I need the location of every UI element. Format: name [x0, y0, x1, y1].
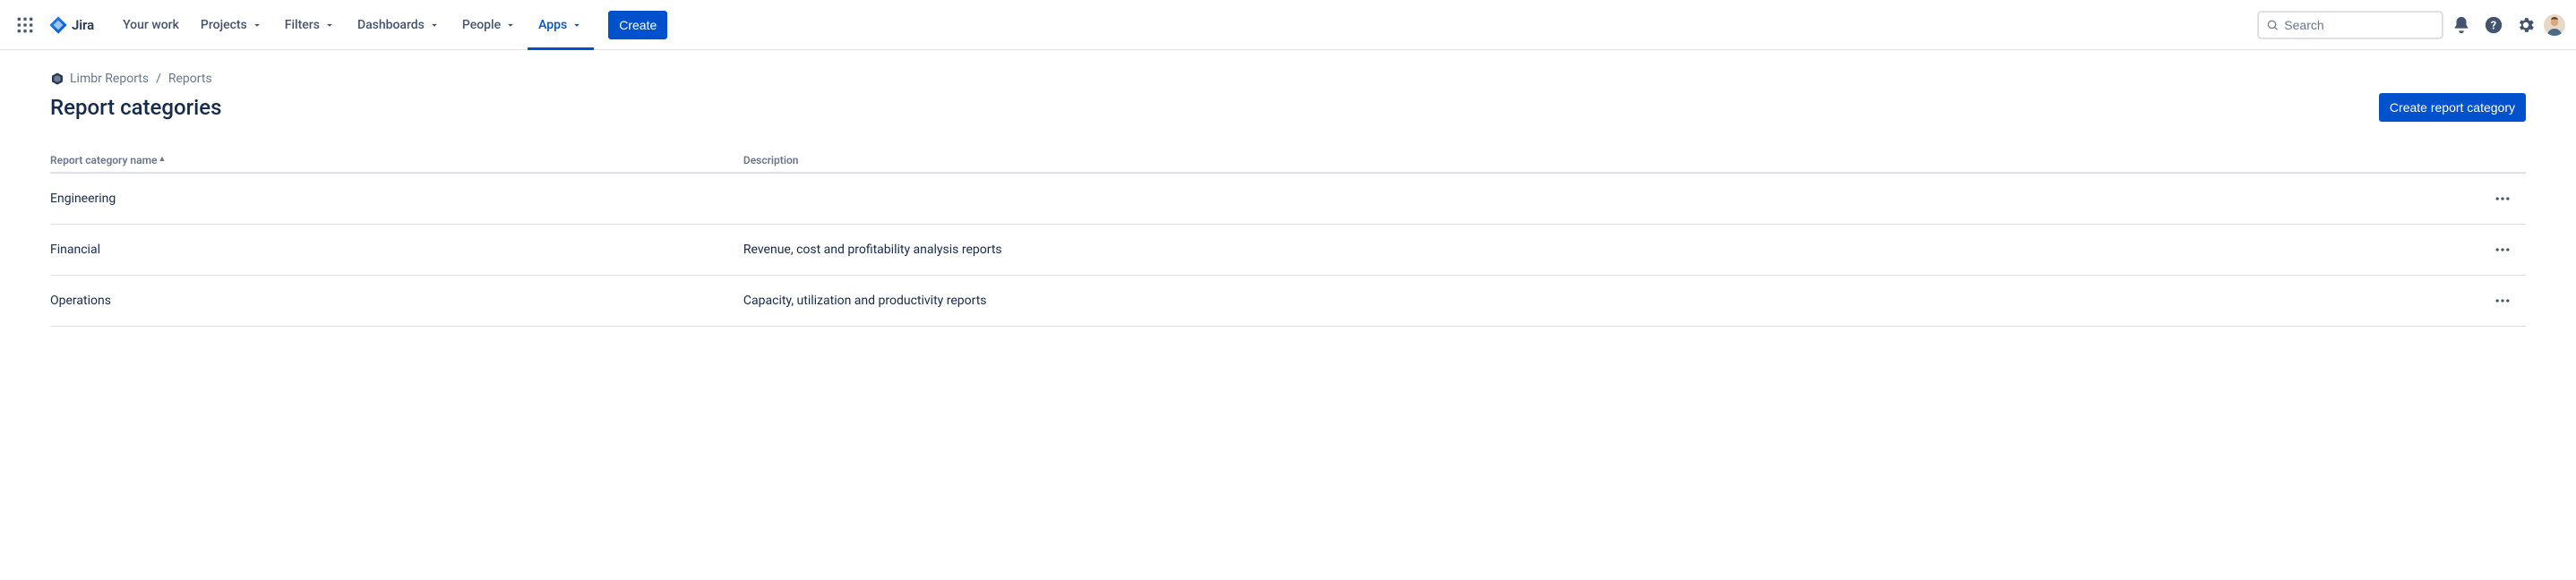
breadcrumb: Limbr Reports / Reports: [50, 72, 2526, 86]
nav-filters-label: Filters: [285, 18, 320, 32]
cell-name: Operations: [50, 276, 743, 327]
breadcrumb-section-label: Reports: [168, 72, 212, 86]
cell-name: Financial: [50, 225, 743, 276]
col-header-description: Description: [743, 149, 2488, 173]
search-box[interactable]: [2257, 11, 2443, 39]
nav-dashboards-label: Dashboards: [357, 18, 425, 32]
cell-actions: [2488, 276, 2526, 327]
cell-description: Capacity, utilization and productivity r…: [743, 276, 2488, 327]
nav-your-work-label: Your work: [123, 18, 179, 32]
create-button[interactable]: Create: [608, 11, 667, 39]
create-report-category-button[interactable]: Create report category: [2379, 93, 2526, 122]
nav-filters[interactable]: Filters: [274, 0, 347, 50]
nav-your-work[interactable]: Your work: [112, 0, 190, 50]
breadcrumb-separator: /: [156, 72, 161, 86]
nav-people[interactable]: People: [451, 0, 528, 50]
user-avatar[interactable]: [2544, 14, 2565, 36]
nav-people-label: People: [462, 18, 501, 32]
jira-logo-icon: [48, 15, 68, 35]
nav-dashboards[interactable]: Dashboards: [347, 0, 451, 50]
cell-description: Revenue, cost and profitability analysis…: [743, 225, 2488, 276]
col-header-name-label: Report category name: [50, 154, 157, 166]
search-input[interactable]: [2284, 18, 2434, 32]
row-actions-menu-icon[interactable]: [2488, 235, 2517, 264]
row-actions-menu-icon[interactable]: [2488, 286, 2517, 315]
app-switcher-icon[interactable]: [11, 11, 39, 39]
notifications-icon[interactable]: [2447, 11, 2476, 39]
col-header-actions: [2488, 149, 2526, 173]
search-icon: [2266, 18, 2279, 32]
svg-text:?: ?: [2491, 19, 2496, 32]
create-button-label: Create: [619, 18, 657, 32]
table-row: Engineering: [50, 173, 2526, 225]
nav-projects-label: Projects: [201, 18, 247, 32]
row-actions-menu-icon[interactable]: [2488, 184, 2517, 213]
table-row: OperationsCapacity, utilization and prod…: [50, 276, 2526, 327]
jira-logo-text: Jira: [72, 17, 94, 33]
chevron-down-icon: [428, 19, 441, 31]
chevron-down-icon: [571, 19, 583, 31]
cell-description: [743, 173, 2488, 225]
breadcrumb-app[interactable]: Limbr Reports: [50, 72, 149, 86]
cell-actions: [2488, 225, 2526, 276]
table-row: FinancialRevenue, cost and profitability…: [50, 225, 2526, 276]
nav-apps-label: Apps: [538, 18, 567, 32]
cell-name: Engineering: [50, 173, 743, 225]
chevron-down-icon: [504, 19, 517, 31]
chevron-down-icon: [251, 19, 263, 31]
breadcrumb-section[interactable]: Reports: [168, 72, 212, 86]
cell-actions: [2488, 173, 2526, 225]
jira-logo[interactable]: Jira: [43, 15, 99, 35]
chevron-down-icon: [323, 19, 336, 31]
breadcrumb-app-label: Limbr Reports: [70, 72, 149, 86]
page-title: Report categories: [50, 95, 221, 120]
col-header-description-label: Description: [743, 154, 799, 166]
create-report-category-label: Create report category: [2390, 100, 2515, 115]
sort-asc-icon: ▲: [158, 155, 166, 164]
categories-table: Report category name▲ Description Engine…: [50, 149, 2526, 327]
nav-apps[interactable]: Apps: [528, 0, 594, 50]
nav-projects[interactable]: Projects: [190, 0, 274, 50]
app-hex-icon: [50, 72, 64, 86]
help-icon[interactable]: ?: [2479, 11, 2508, 39]
col-header-name[interactable]: Report category name▲: [50, 149, 743, 173]
settings-icon[interactable]: [2512, 11, 2540, 39]
